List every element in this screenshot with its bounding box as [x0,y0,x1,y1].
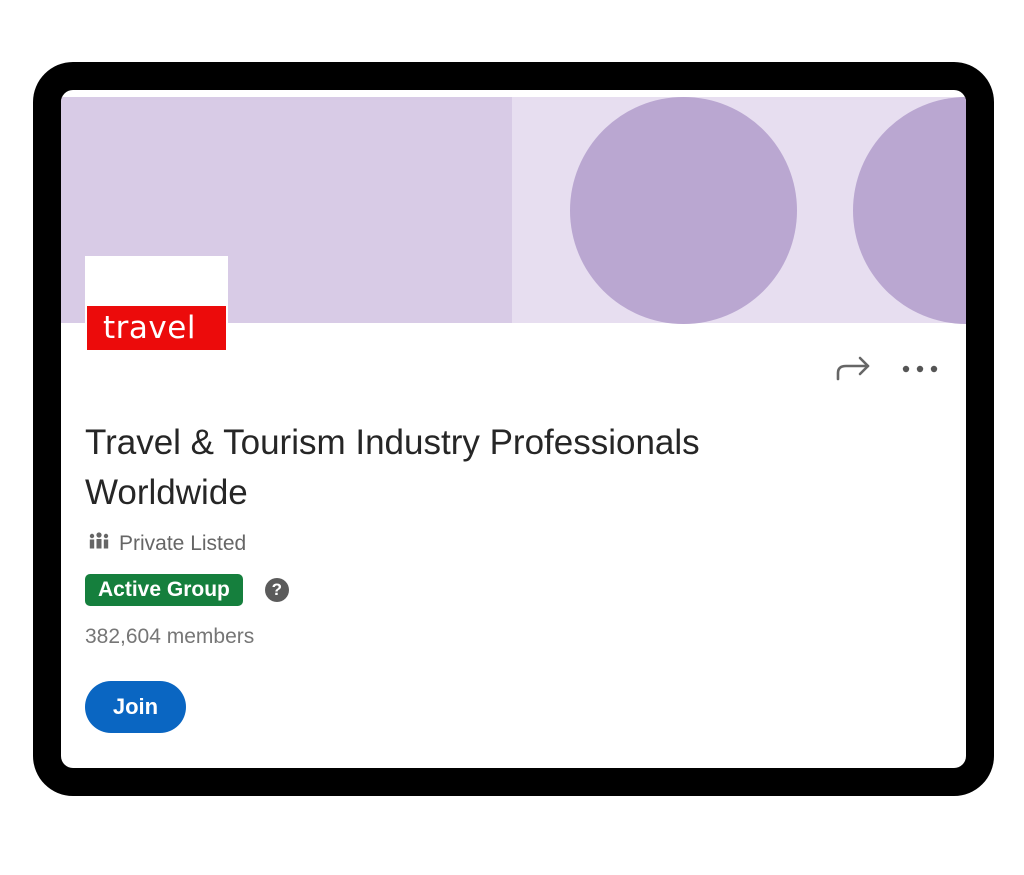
group-privacy: Private Listed [88,532,246,556]
privacy-label: Private Listed [119,532,247,555]
group-card: travel Travel & Tourism Industry Profess… [61,90,966,768]
share-icon [835,353,873,388]
join-button[interactable]: Join [85,681,186,733]
more-options-button[interactable] [900,352,940,388]
group-actions [834,352,940,388]
people-group-icon [88,532,110,556]
group-title: Travel & Tourism Industry Professionals … [85,423,700,512]
badge-row: Active Group ? [85,574,289,606]
group-logo-text: travel [87,306,226,350]
more-options-icon [901,361,939,379]
active-group-badge: Active Group [85,574,243,606]
members-count: 382,604 members [85,625,255,648]
share-button[interactable] [834,352,874,388]
group-logo: travel [85,256,228,352]
banner-circle [570,97,797,324]
help-circle-icon[interactable]: ? [264,578,289,602]
